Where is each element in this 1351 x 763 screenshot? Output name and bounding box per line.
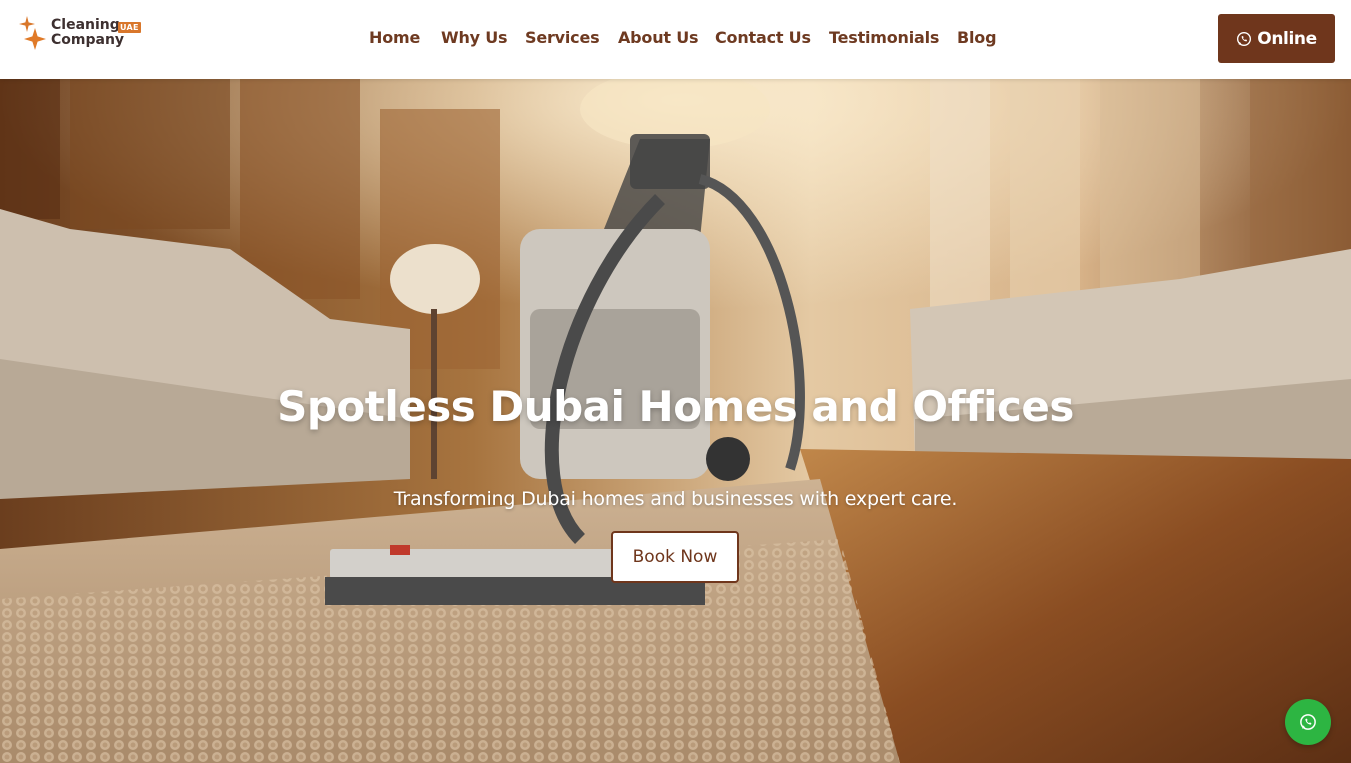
site-header: Cleaning Company UAE Home Why Us Service… [0, 0, 1351, 79]
nav-contact-us[interactable]: Contact Us [715, 28, 811, 47]
logo-line-2: Company [51, 32, 125, 48]
book-now-button[interactable]: Book Now [611, 531, 739, 583]
sparkle-logo-icon [19, 16, 46, 50]
online-button-label: Online [1257, 28, 1317, 49]
whatsapp-icon [1300, 714, 1316, 730]
nav-testimonials[interactable]: Testimonials [829, 28, 939, 47]
whatsapp-icon [1237, 31, 1252, 46]
whatsapp-chat-button[interactable] [1285, 699, 1331, 745]
nav-home[interactable]: Home [369, 28, 420, 47]
nav-blog[interactable]: Blog [957, 28, 997, 47]
hero-section: Spotless Dubai Homes and Offices Transfo… [0, 79, 1351, 763]
online-button[interactable]: Online [1218, 14, 1335, 63]
main-nav: Home Why Us Services About Us Contact Us… [0, 0, 1351, 79]
logo-badge: UAE [118, 22, 141, 33]
nav-services[interactable]: Services [525, 28, 600, 47]
nav-why-us[interactable]: Why Us [441, 28, 508, 47]
logo-text: Cleaning Company [51, 18, 124, 48]
logo[interactable]: Cleaning Company UAE [18, 14, 158, 58]
nav-about-us[interactable]: About Us [618, 28, 699, 47]
hero-title: Spotless Dubai Homes and Offices [277, 382, 1074, 431]
logo-line-1: Cleaning [51, 17, 120, 33]
hero-subtitle: Transforming Dubai homes and businesses … [393, 488, 958, 510]
